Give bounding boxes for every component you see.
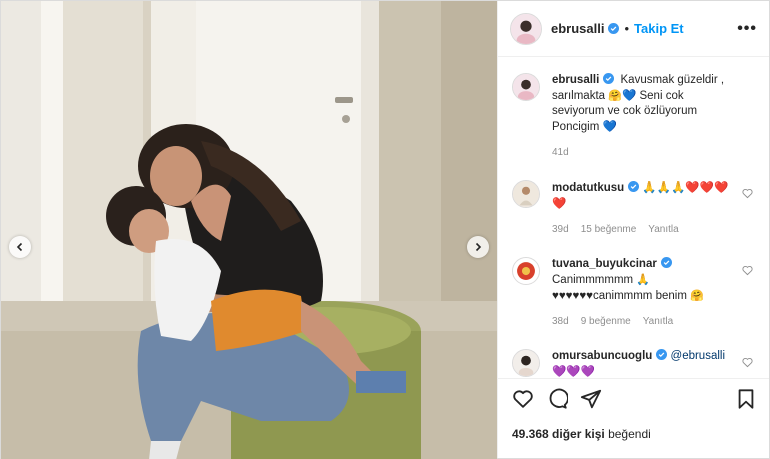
comment-hearts: ♥♥♥♥♥♥ xyxy=(552,290,593,302)
likes-verb: beğendi xyxy=(608,427,651,441)
comment-icon[interactable] xyxy=(546,388,568,410)
chevron-left-icon xyxy=(16,242,23,252)
photo-illustration xyxy=(1,1,497,459)
post-photo[interactable] xyxy=(1,1,497,459)
bookmark-icon[interactable] xyxy=(735,388,757,410)
praying-hands-icon: 🙏 xyxy=(636,273,651,286)
comment-row: omursabuncuoglu @ebrusalli 💜💜💜 xyxy=(512,349,757,378)
caption-row: ebrusalli Kavusmak güzeldir , sarılmakta… xyxy=(512,73,757,160)
comment-row: modatutkusu 🙏🙏🙏❤️❤️❤️❤️ 39d 15 beğenme Y… xyxy=(512,180,757,237)
comment-username[interactable]: omursabuncuoglu xyxy=(552,350,652,362)
comment-body: tuvana_buyukcinar Canimmmmmm 🙏 ♥♥♥♥♥♥can… xyxy=(552,257,757,329)
comment-text-line2: canimmmm benim xyxy=(592,290,687,302)
verified-badge-icon xyxy=(608,23,620,34)
heart-icon[interactable] xyxy=(512,388,534,410)
caption-username[interactable]: ebrusalli xyxy=(552,74,599,86)
header-separator: • xyxy=(624,21,630,36)
comment-likes[interactable]: 9 beğenme xyxy=(581,314,631,329)
hugging-emoji-icon: 🤗 xyxy=(608,89,622,102)
comment-username[interactable]: modatutkusu xyxy=(552,182,624,194)
verified-badge-icon xyxy=(603,73,615,84)
author-avatar[interactable] xyxy=(510,12,542,45)
blue-heart-icon: 💙 xyxy=(621,88,637,102)
comment-likes[interactable]: 15 beğenme xyxy=(581,222,637,237)
comments-list[interactable]: ebrusalli Kavusmak güzeldir , sarılmakta… xyxy=(498,57,769,378)
commenter-avatar[interactable] xyxy=(512,257,540,285)
share-icon[interactable] xyxy=(580,388,602,410)
like-comment-heart-icon[interactable] xyxy=(742,188,753,199)
hugging-emoji-icon: 🤗 xyxy=(690,289,704,302)
like-comment-heart-icon[interactable] xyxy=(742,357,753,368)
comment-time[interactable]: 38d xyxy=(552,314,569,329)
verified-badge-icon xyxy=(628,181,640,192)
reply-button[interactable]: Yanıtla xyxy=(643,314,673,329)
author-username[interactable]: ebrusalli xyxy=(551,21,604,36)
reply-button[interactable]: Yanıtla xyxy=(648,222,678,237)
comment-text: 💜💜💜 xyxy=(552,364,595,378)
comment-row: tuvana_buyukcinar Canimmmmmm 🙏 ♥♥♥♥♥♥can… xyxy=(512,257,757,329)
commenter-avatar[interactable] xyxy=(512,180,540,208)
comment-body: omursabuncuoglu @ebrusalli 💜💜💜 xyxy=(552,349,757,378)
post-side-panel: ebrusalli • Takip Et ••• ebrusalli Kavus… xyxy=(497,1,769,458)
likes-summary[interactable]: 49.368 diğer kişi beğendi xyxy=(512,427,757,441)
like-comment-heart-icon[interactable] xyxy=(742,265,753,276)
verified-badge-icon xyxy=(656,349,668,360)
next-photo-button[interactable] xyxy=(467,236,489,258)
follow-button[interactable]: Takip Et xyxy=(634,21,684,36)
author-avatar[interactable] xyxy=(512,73,540,101)
instagram-post: ebrusalli • Takip Et ••• ebrusalli Kavus… xyxy=(0,0,770,459)
comment-text-line1: Canimmmmmm xyxy=(552,274,634,286)
blue-heart-icon: 💙 xyxy=(602,119,617,133)
verified-badge-icon xyxy=(660,257,672,268)
action-bar: 49.368 diğer kişi beğendi xyxy=(498,378,769,458)
chevron-right-icon xyxy=(475,242,482,252)
caption-time[interactable]: 41d xyxy=(552,145,569,160)
likes-suffix: diğer kişi xyxy=(552,427,605,441)
post-header: ebrusalli • Takip Et ••• xyxy=(498,1,769,57)
comment-username[interactable]: tuvana_buyukcinar xyxy=(552,258,657,270)
caption-body: ebrusalli Kavusmak güzeldir , sarılmakta… xyxy=(552,73,757,160)
comment-time[interactable]: 39d xyxy=(552,222,569,237)
more-options-button[interactable]: ••• xyxy=(737,20,757,37)
mention-link[interactable]: @ebrusalli xyxy=(671,350,726,362)
likes-count: 49.368 xyxy=(512,427,549,441)
previous-photo-button[interactable] xyxy=(9,236,31,258)
comment-body: modatutkusu 🙏🙏🙏❤️❤️❤️❤️ 39d 15 beğenme Y… xyxy=(552,180,757,237)
commenter-avatar[interactable] xyxy=(512,349,540,377)
